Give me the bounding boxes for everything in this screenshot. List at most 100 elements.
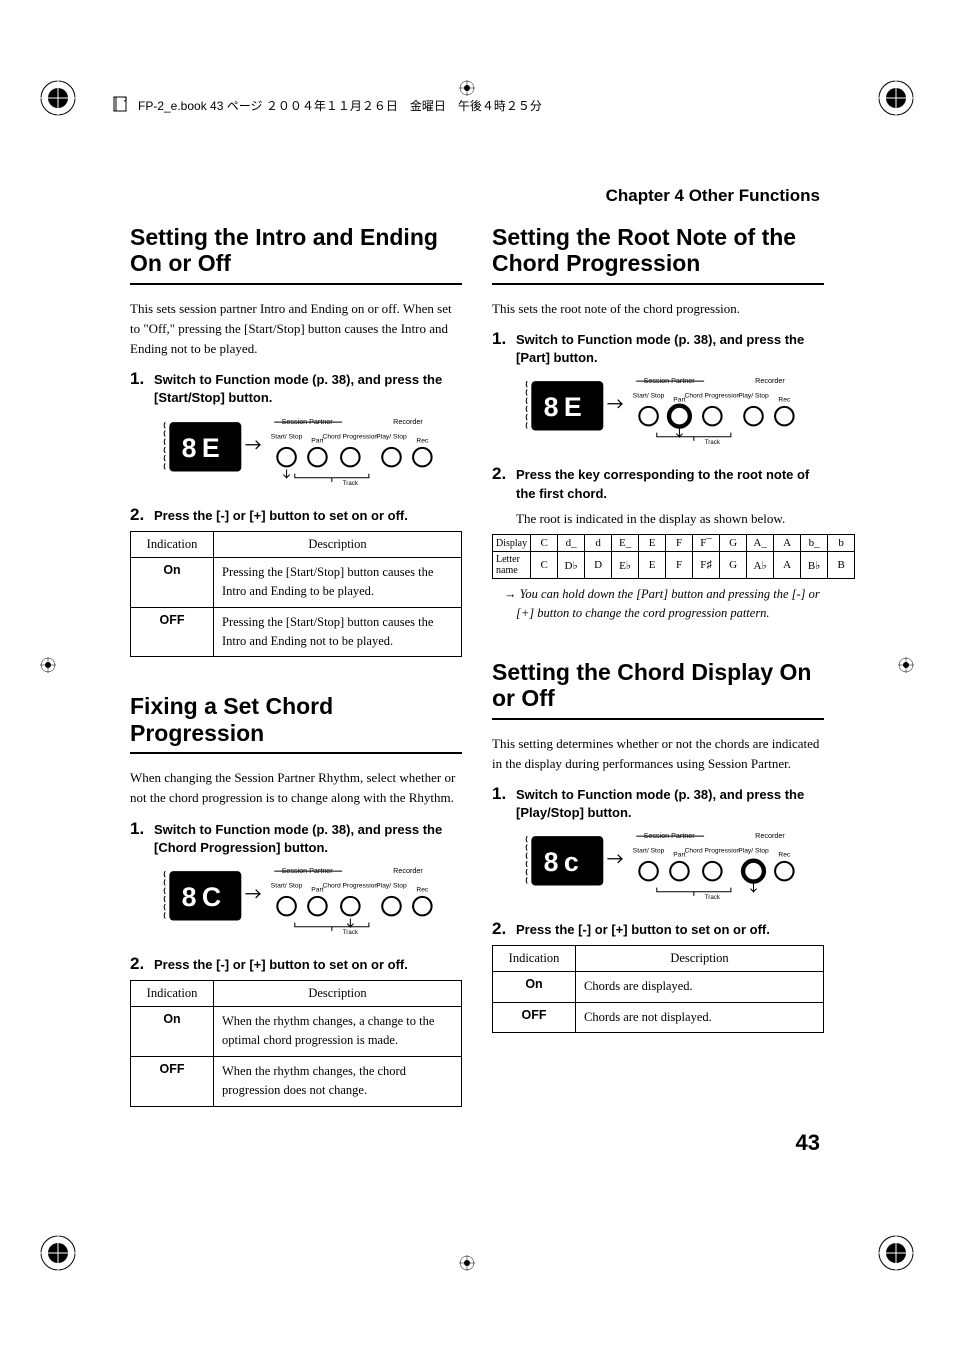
step-text: Switch to Function mode (p. 38), and pre…: [516, 329, 824, 367]
indication-table: IndicationDescription OnChords are displ…: [492, 945, 824, 1033]
book-header: FP-2_e.book 43 ページ ２００４年１１月２６日 金曜日 午後４時２…: [112, 95, 542, 116]
table-row: OnPressing the [Start/Stop] button cause…: [131, 557, 462, 607]
svg-text:Play/ Stop: Play/ Stop: [738, 393, 769, 400]
root-note-table: Display C d_ d E_ E F F¯ G A_ A b_ b Let…: [492, 534, 855, 579]
svg-text:Session Partner: Session Partner: [282, 417, 334, 426]
step-number: 1.: [130, 369, 154, 407]
step-1: 1. Switch to Function mode (p. 38), and …: [492, 329, 824, 367]
content-columns: Setting the Intro and Ending On or Off T…: [130, 224, 824, 1107]
svg-text:Rec: Rec: [778, 397, 791, 404]
section-title-intro-ending: Setting the Intro and Ending On or Off: [130, 224, 462, 285]
intro-paragraph: When changing the Session Partner Rhythm…: [130, 768, 462, 808]
indication-table: IndicationDescription OnPressing the [St…: [130, 531, 462, 658]
chapter-title: Chapter 4 Other Functions: [606, 186, 820, 206]
col-description: Description: [576, 946, 824, 972]
svg-text:Recorder: Recorder: [755, 832, 785, 841]
row-label-display: Display: [493, 535, 531, 552]
step-number: 2.: [130, 954, 154, 974]
table-row: OnWhen the rhythm changes, a change to t…: [131, 1007, 462, 1057]
step-number: 1.: [492, 784, 516, 822]
svg-text:Recorder: Recorder: [393, 417, 423, 426]
svg-text:Play/ Stop: Play/ Stop: [738, 848, 769, 855]
section-title-chord-display: Setting the Chord Display On or Off: [492, 659, 824, 720]
intro-paragraph: This setting determines whether or not t…: [492, 734, 824, 774]
svg-text:Start/ Stop: Start/ Stop: [633, 393, 665, 400]
book-icon: [112, 95, 130, 116]
svg-text:Track: Track: [343, 480, 359, 487]
step-text: Press the key corresponding to the root …: [516, 464, 824, 502]
svg-text:Session Partner: Session Partner: [644, 377, 696, 386]
step-text: Press the [-] or [+] button to set on or…: [154, 954, 408, 974]
svg-text:Session Partner: Session Partner: [282, 866, 334, 875]
step-subtext: The root is indicated in the display as …: [516, 509, 824, 529]
col-indication: Indication: [493, 946, 576, 972]
table-row: OFFPressing the [Start/Stop] button caus…: [131, 607, 462, 657]
table-row: OFFChords are not displayed.: [493, 1002, 824, 1032]
svg-text:Play/ Stop: Play/ Stop: [376, 883, 407, 890]
step-2: 2. Press the key corresponding to the ro…: [492, 464, 824, 502]
reg-mark-top-right: [876, 78, 916, 118]
svg-text:Chord Progression: Chord Progression: [323, 883, 379, 890]
step-2: 2. Press the [-] or [+] button to set on…: [492, 919, 824, 939]
svg-text:Session Partner: Session Partner: [644, 832, 696, 841]
right-column: Setting the Root Note of the Chord Progr…: [492, 224, 824, 1107]
table-row: OnChords are displayed.: [493, 972, 824, 1002]
intro-paragraph: This sets the root note of the chord pro…: [492, 299, 824, 319]
svg-text:Chord Progression: Chord Progression: [685, 848, 741, 855]
reg-mark-mid-right: [896, 655, 916, 675]
col-description: Description: [214, 981, 462, 1007]
reg-mark-bottom-right: [876, 1233, 916, 1273]
intro-paragraph: This sets session partner Intro and Endi…: [130, 299, 462, 359]
svg-text:Track: Track: [705, 439, 721, 446]
step-number: 1.: [130, 819, 154, 857]
step-text: Switch to Function mode (p. 38), and pre…: [154, 819, 462, 857]
step-number: 2.: [492, 919, 516, 939]
step-text: Switch to Function mode (p. 38), and pre…: [154, 369, 462, 407]
section-title-fixing-chord: Fixing a Set Chord Progression: [130, 693, 462, 754]
section-title-root-note: Setting the Root Note of the Chord Progr…: [492, 224, 824, 285]
svg-text:8 C: 8 C: [182, 882, 222, 912]
svg-text:Rec: Rec: [416, 887, 429, 894]
svg-text:Rec: Rec: [416, 437, 429, 444]
step-1: 1. Switch to Function mode (p. 38), and …: [130, 819, 462, 857]
row-label-letter: Letter name: [493, 552, 531, 579]
svg-text:Play/ Stop: Play/ Stop: [376, 433, 407, 440]
svg-text:Chord Progression: Chord Progression: [685, 393, 741, 400]
col-description: Description: [214, 531, 462, 557]
panel-illustration: 8 c Session Partner Recorder Start/ Stop…: [514, 830, 824, 907]
reg-mark-bottom-left: [38, 1233, 78, 1273]
left-column: Setting the Intro and Ending On or Off T…: [130, 224, 462, 1107]
svg-text:Start/ Stop: Start/ Stop: [271, 883, 303, 890]
panel-illustration: 8 C Session Partner Recorder Start/ Stop…: [152, 865, 462, 942]
svg-text:Recorder: Recorder: [755, 377, 785, 386]
svg-text:Chord Progression: Chord Progression: [323, 433, 379, 440]
svg-text:Rec: Rec: [778, 852, 791, 859]
display-text: 8 E: [182, 433, 220, 463]
svg-text:Start/ Stop: Start/ Stop: [271, 433, 303, 440]
step-text: Press the [-] or [+] button to set on or…: [154, 505, 408, 525]
step-number: 1.: [492, 329, 516, 367]
step-number: 2.: [492, 464, 516, 502]
step-2: 2. Press the [-] or [+] button to set on…: [130, 505, 462, 525]
table-row: OFFWhen the rhythm changes, the chord pr…: [131, 1056, 462, 1106]
step-1: 1. Switch to Function mode (p. 38), and …: [130, 369, 462, 407]
reg-mark-top-left: [38, 78, 78, 118]
panel-illustration: 8 E Session Partner Recorder Start/ Stop…: [152, 416, 462, 493]
svg-text:Track: Track: [343, 929, 359, 936]
step-1: 1. Switch to Function mode (p. 38), and …: [492, 784, 824, 822]
step-text: Switch to Function mode (p. 38), and pre…: [516, 784, 824, 822]
col-indication: Indication: [131, 981, 214, 1007]
col-indication: Indication: [131, 531, 214, 557]
reg-mark-mid-left: [38, 655, 58, 675]
panel-illustration: 8 E Session Partner Recorder Start/ Stop…: [514, 375, 824, 452]
note-text: → You can hold down the [Part] button an…: [504, 585, 824, 623]
step-number: 2.: [130, 505, 154, 525]
step-text: Press the [-] or [+] button to set on or…: [516, 919, 770, 939]
svg-text:Track: Track: [705, 894, 721, 901]
reg-mark-bottom-center: [457, 1253, 477, 1273]
indication-table: IndicationDescription OnWhen the rhythm …: [130, 980, 462, 1107]
svg-text:8 c: 8 c: [544, 847, 579, 877]
table-row: Display C d_ d E_ E F F¯ G A_ A b_ b: [493, 535, 855, 552]
svg-text:Recorder: Recorder: [393, 866, 423, 875]
svg-text:8 E: 8 E: [544, 393, 582, 423]
